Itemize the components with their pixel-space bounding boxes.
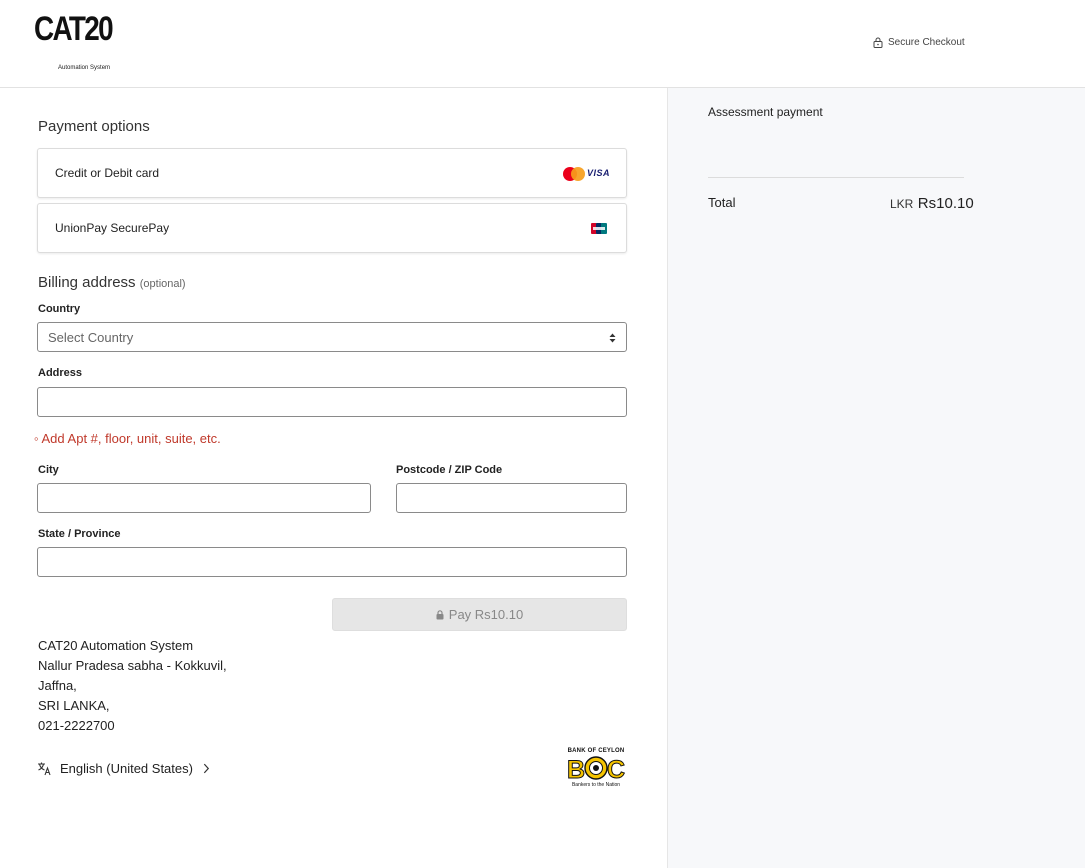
logo[interactable]: CAT20 Automation System [34,12,114,74]
svg-text:B: B [567,756,585,781]
bank-logo-tagline: Bankers to the Nation [571,782,621,788]
payment-options-title: Payment options [38,118,150,135]
mastercard-icon [563,167,585,181]
summary-divider [708,177,964,178]
language-selector[interactable]: English (United States) [37,761,210,776]
unionpay-icon [591,223,607,234]
logo-mark: CAT20 [34,10,114,48]
bank-logo-top: BANK OF CEYLON [567,748,625,754]
option-unionpay[interactable]: UnionPay SecurePay [37,203,627,253]
total-amount: LKR Rs10.10 [890,195,974,213]
pay-button-label: Pay Rs10.10 [448,607,524,622]
country-label: Country [38,303,81,315]
order-summary: Assessment payment Total LKR Rs10.10 [667,88,1085,868]
total-value: Rs10.10 [917,195,974,212]
chevron-right-icon [203,763,210,774]
bank-of-ceylon-logo: BANK OF CEYLON B C Bankers to the Nation [565,748,627,790]
lock-icon [873,37,883,48]
address-hint[interactable]: ◦ Add Apt #, floor, unit, suite, etc. [34,431,221,446]
select-arrows-icon [609,333,616,343]
summary-item: Assessment payment [708,105,823,119]
pay-button[interactable]: Pay Rs10.10 [332,598,627,631]
state-label: State / Province [38,528,121,540]
total-label: Total [708,195,736,210]
billing-optional: (optional) [139,278,186,290]
logo-text: CAT20 [34,10,114,48]
visa-icon: VISA [587,168,611,178]
merchant-line: CAT20 Automation System [38,638,194,653]
header: CAT20 Automation System Secure Checkout [0,0,1085,88]
city-input[interactable] [37,483,371,513]
total-currency: LKR [890,197,914,211]
secure-checkout-label: Secure Checkout [888,37,965,48]
bank-logo-mark: B C [566,755,626,782]
option-unionpay-label: UnionPay SecurePay [55,221,170,235]
postcode-input[interactable] [396,483,627,513]
merchant-address: CAT20 Automation System Nallur Pradesa s… [38,636,227,736]
option-card-payment[interactable]: Credit or Debit card VISA [37,148,627,198]
secure-checkout: Secure Checkout [873,37,965,48]
billing-title-text: Billing address [38,274,136,291]
language-label: English (United States) [60,761,193,776]
merchant-line: Jaffna, [38,678,77,693]
lock-icon [436,609,444,619]
merchant-line: 021-2222700 [38,718,115,733]
address-input[interactable] [37,387,627,417]
postcode-label: Postcode / ZIP Code [396,464,503,476]
svg-text:C: C [607,756,625,781]
logo-subtext: Automation System [58,65,111,71]
address-hint-text: Add Apt #, floor, unit, suite, etc. [41,431,221,446]
billing-address-title: Billing address (optional) [38,274,186,291]
boc-mark-icon: B C [567,756,626,782]
country-select[interactable]: Select Country [37,322,627,352]
city-label: City [38,464,59,476]
state-input[interactable] [37,547,627,577]
address-label: Address [38,367,83,379]
country-select-value: Select Country [48,329,134,345]
option-card-label: Credit or Debit card [55,166,160,180]
translate-icon [38,762,51,776]
merchant-line: SRI LANKA, [38,698,110,713]
merchant-line: Nallur Pradesa sabha - Kokkuvil, [38,658,227,673]
